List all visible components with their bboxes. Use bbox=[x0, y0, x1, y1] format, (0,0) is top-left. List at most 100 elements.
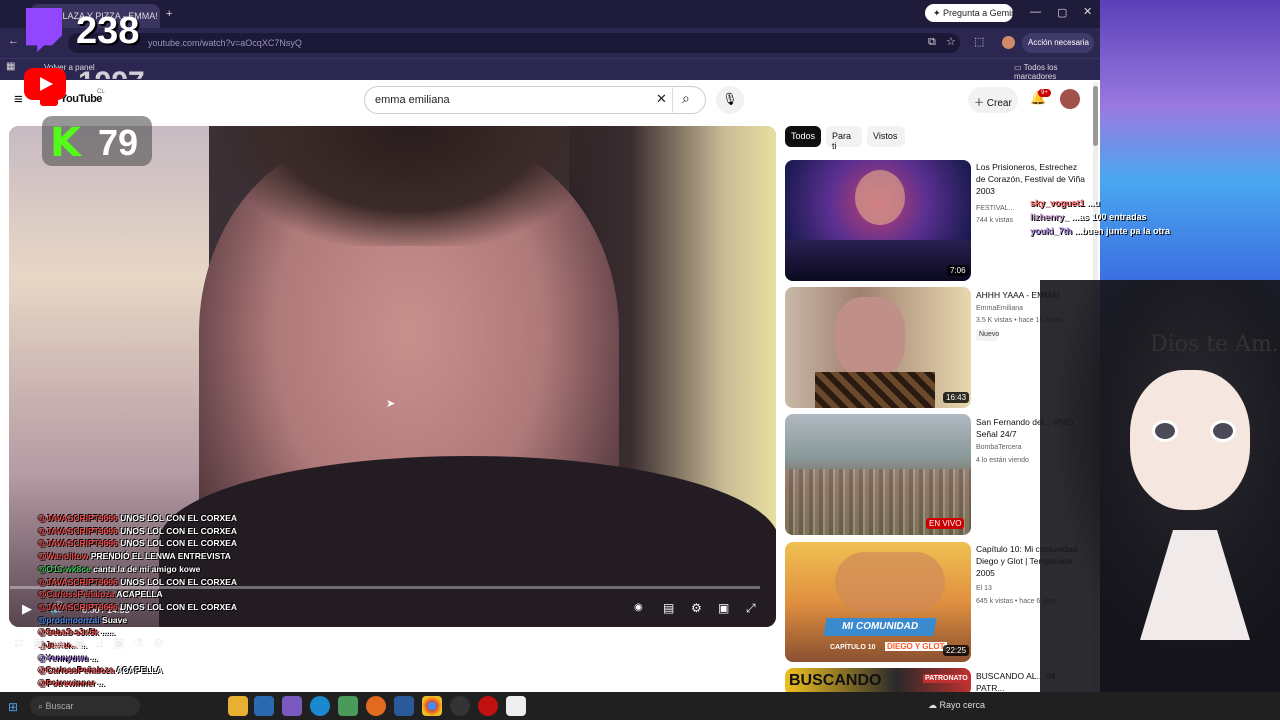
weather-label: Rayo cerca bbox=[939, 700, 986, 710]
chat-username: @CarlossPeñaloza bbox=[38, 589, 115, 600]
obs-icon[interactable] bbox=[450, 696, 470, 716]
video-title[interactable]: Los Prisioneros, Estrechez de Corazón, F… bbox=[976, 161, 1086, 197]
loop-controls-bar[interactable]: ⇄▣▤▣⊿▣⚗⚙ bbox=[14, 636, 240, 654]
bookmark-star-icon[interactable]: ☆ bbox=[946, 35, 956, 48]
chat-username: @CarlossPeñaloza bbox=[38, 665, 115, 676]
mouse-cursor: ➤ bbox=[386, 398, 396, 410]
chat-username: sky_voguet1 bbox=[1030, 198, 1085, 208]
search-input[interactable]: emma emiliana bbox=[364, 86, 706, 114]
subtitles-icon[interactable]: ▤ bbox=[663, 601, 674, 615]
start-icon[interactable]: ⊞ bbox=[8, 700, 18, 714]
app-icon-v[interactable] bbox=[254, 696, 274, 716]
mic-icon[interactable]: 🎙 bbox=[716, 86, 744, 114]
play-icon[interactable]: ▶ bbox=[22, 601, 32, 617]
video-thumbnail[interactable] bbox=[785, 160, 971, 281]
country-code: CL bbox=[97, 89, 105, 95]
extensions-icon[interactable]: ⬚ bbox=[974, 35, 984, 48]
autoplay-toggle-icon[interactable]: ◉ bbox=[634, 602, 643, 613]
chat-text: UNOS LOL CON EL CORXEA bbox=[120, 525, 237, 536]
filter-vistos[interactable]: Vistos bbox=[867, 126, 905, 147]
maximize-icon[interactable]: ▢ bbox=[1057, 6, 1067, 19]
chat-message: @CarlossPeñaloza ACAPELLA bbox=[38, 588, 163, 601]
app-icon-vs[interactable] bbox=[394, 696, 414, 716]
new-badge: Nuevo bbox=[976, 329, 999, 341]
chat-message: @JAVASCRIPT9696 UNOS LOL CON EL CORXEA bbox=[38, 601, 237, 614]
app-icon-green[interactable] bbox=[338, 696, 358, 716]
thumb-subtitle: DIEGO Y GLOT bbox=[885, 642, 947, 651]
video-duration: 16:43 bbox=[943, 392, 970, 403]
settings-icon[interactable]: ⚙ bbox=[691, 601, 702, 615]
menu-icon[interactable]: ≡ bbox=[14, 91, 23, 108]
bookmarks-bar bbox=[0, 58, 1100, 80]
video-duration: 7:06 bbox=[947, 265, 969, 276]
chat-username: @O13-wk8ce bbox=[38, 563, 91, 574]
video-subject-shirt bbox=[159, 456, 776, 627]
video-thumbnail[interactable] bbox=[785, 414, 971, 535]
video-duration: 22:25 bbox=[943, 645, 970, 656]
chat-username: @Wanolitow bbox=[38, 551, 89, 562]
minimize-icon[interactable]: — bbox=[1030, 6, 1041, 18]
profile-avatar[interactable] bbox=[1002, 36, 1015, 49]
back-icon[interactable]: ← bbox=[8, 35, 19, 47]
video-thumbnail[interactable]: MI COMUNIDAD CAPÍTULO 10 DIEGO Y GLOT bbox=[785, 542, 971, 662]
gemini-label: Pregunta a Gemini bbox=[943, 8, 1019, 18]
right-chat-message: lizhenry_ ...as 100 entradas bbox=[1030, 212, 1147, 222]
taskbar-search[interactable]: ⌕ Buscar bbox=[30, 696, 140, 716]
chat-username: @JAVASCRIPT9696 bbox=[38, 576, 118, 587]
chat-text: ... bbox=[90, 652, 98, 663]
create-button[interactable]: ＋ Crear bbox=[968, 87, 1018, 113]
search-icon[interactable]: ⌕ bbox=[682, 90, 690, 107]
chat-username: @JAVASCRIPT9696 bbox=[38, 525, 118, 536]
chat-text: PRENDIÓ EL LENWA ENTREVISTA bbox=[90, 551, 231, 562]
kick-logo-icon: K bbox=[50, 120, 81, 166]
avatar-banner-text: Dios te Am... bbox=[1150, 332, 1280, 357]
account-action-button[interactable]: Acción necesaria bbox=[1022, 33, 1094, 53]
browser-window: (50) PLAZA Y PIZZA - EMMA! + ✦ Pregunta … bbox=[0, 0, 1100, 692]
video-subject-hair bbox=[219, 126, 599, 246]
fullscreen-icon[interactable]: ⤢ bbox=[746, 601, 756, 616]
filter-todos[interactable]: Todos bbox=[785, 126, 821, 147]
chat-text: ...as 100 entradas bbox=[1071, 212, 1147, 222]
chat-message: @JAVASCRIPT9696 UNOS LOL CON EL CORXEA bbox=[38, 537, 237, 550]
new-tab-icon[interactable]: + bbox=[166, 8, 172, 20]
vtuber-avatar: Dios te Am... bbox=[1040, 280, 1280, 692]
video-thumbnail[interactable]: BUSCANDO PATRONATO bbox=[785, 668, 971, 692]
close-icon[interactable]: ✕ bbox=[1083, 5, 1092, 18]
edge-icon[interactable] bbox=[310, 696, 330, 716]
chat-username: @JAVASCRIPT9696 bbox=[38, 601, 118, 612]
chrome-icon[interactable] bbox=[422, 696, 442, 716]
file-explorer-icon[interactable] bbox=[228, 696, 248, 716]
chat-text: ...u bbox=[1087, 198, 1101, 208]
gemini-button[interactable]: ✦ Pregunta a Gemini bbox=[925, 4, 1018, 22]
apps-grid-icon[interactable]: ▦ bbox=[6, 61, 15, 72]
chat-message: @JAVASCRIPT9696 UNOS LOL CON EL CORXEA bbox=[38, 576, 237, 589]
chat-message: @Potrewinner ... bbox=[38, 677, 105, 690]
install-icon[interactable]: ⧉ bbox=[928, 36, 936, 49]
taskbar-search-label: Buscar bbox=[45, 701, 74, 711]
filter-para-ti[interactable]: Para ti bbox=[826, 126, 862, 151]
discord-icon[interactable] bbox=[282, 696, 302, 716]
chat-message: @O13-wk8ce canta la de mi amigo kowe bbox=[38, 563, 200, 576]
chat-text: canta la de mi amigo kowe bbox=[93, 563, 201, 574]
weather-widget[interactable]: ☁ Rayo cerca bbox=[928, 700, 985, 711]
clear-search-icon[interactable]: ✕ bbox=[656, 91, 667, 107]
all-bookmarks[interactable]: ▭ Todos los marcadores bbox=[1014, 63, 1100, 81]
opera-icon[interactable] bbox=[478, 696, 498, 716]
chat-text: UNOS LOL CON EL CORXEA bbox=[120, 601, 237, 612]
right-chat-message: sky_voguet1 ...u bbox=[1030, 198, 1100, 208]
chat-text: ...buen junte pa la otra bbox=[1074, 226, 1171, 236]
video-thumbnail[interactable] bbox=[785, 287, 971, 408]
kick-viewer-count: 79 bbox=[98, 122, 139, 163]
miniplayer-icon[interactable]: ▣ bbox=[718, 601, 729, 615]
chat-username: @Yennyuwu bbox=[38, 652, 89, 663]
address-bar[interactable]: youtube.com/watch?v=aOcqXC7NsyQ bbox=[68, 33, 960, 53]
chat-username: @Potrewinner bbox=[38, 678, 96, 689]
youtube-logo-text[interactable]: YouTube bbox=[60, 93, 102, 105]
firefox-icon[interactable] bbox=[366, 696, 386, 716]
youtube-avatar[interactable] bbox=[1060, 89, 1080, 109]
thumb-title: MI COMUNIDAD bbox=[823, 618, 937, 636]
chat-message: @CarlossPeñaloza ACAPELLA bbox=[38, 664, 163, 677]
app-icon-dark[interactable] bbox=[506, 696, 526, 716]
taskbar bbox=[0, 692, 1280, 720]
chat-text: Suave bbox=[102, 614, 128, 625]
